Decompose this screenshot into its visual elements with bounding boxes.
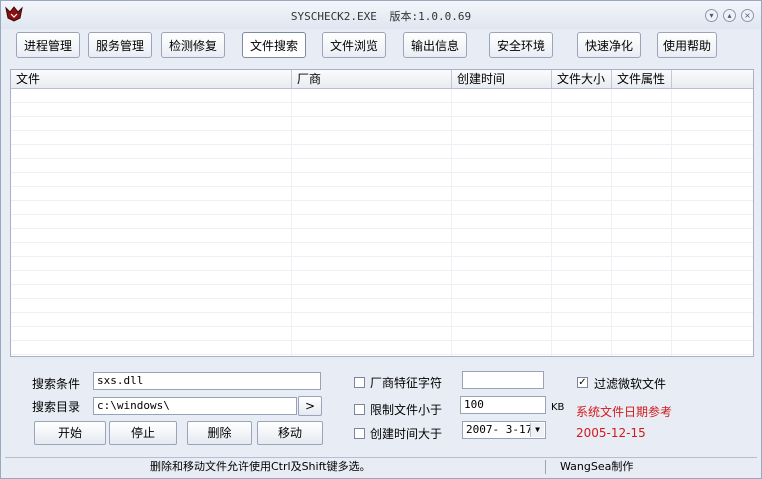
list-header: 文件 厂商 创建时间 文件大小 文件属性 [11,70,753,89]
size-unit-label: KB [551,402,565,413]
search-directory-label: 搜索目录 [32,400,81,414]
main-window: SYSCHECK2.EXE 版本:1.0.0.69 ▾ ▴ × 进程管理 服务管… [0,0,762,479]
size-limit-input[interactable]: 100 [460,396,546,414]
title-app-name: SYSCHECK2.EXE [290,10,377,23]
minimize-icon[interactable]: ▾ [705,9,718,22]
status-divider [545,460,546,474]
size-limit-checkbox[interactable] [354,404,365,415]
filter-microsoft-label: 过滤微软文件 [594,377,667,391]
maximize-icon[interactable]: ▴ [723,9,736,22]
date-limit-checkbox[interactable] [354,428,365,439]
column-attributes[interactable]: 文件属性 [612,70,672,88]
system-date-reference-label: 系统文件日期参考 [576,405,673,419]
stop-button[interactable]: 停止 [109,421,177,445]
column-divider [551,89,552,356]
browse-directory-button[interactable]: > [298,396,322,416]
vendor-signature-label: 厂商特征字符 [370,376,443,390]
column-divider [291,89,292,356]
tab-file-browse[interactable]: 文件浏览 [322,32,386,58]
search-condition-input[interactable]: sxs.dll [93,372,321,390]
column-created[interactable]: 创建时间 [452,70,552,88]
vendor-signature-input[interactable] [462,371,544,389]
file-list[interactable]: 文件 厂商 创建时间 文件大小 文件属性 [10,69,754,357]
search-directory-input[interactable]: c:\windows\ [93,397,297,415]
vendor-signature-checkbox[interactable] [354,377,365,388]
tab-file-search[interactable]: 文件搜索 [242,32,306,58]
status-bar: 删除和移动文件允许使用Ctrl及Shift键多选。 WangSea制作 [5,457,757,476]
column-divider [671,89,672,356]
close-icon[interactable]: × [741,9,754,22]
main-toolbar: 进程管理 服务管理 检测修复 文件搜索 文件浏览 输出信息 安全环境 快速净化 … [1,29,761,63]
tab-service-manager[interactable]: 服务管理 [88,32,152,58]
title-version: 版本:1.0.0.69 [389,10,472,23]
title-bar: SYSCHECK2.EXE 版本:1.0.0.69 ▾ ▴ × [1,1,761,29]
date-picker-value: 2007- 3-17 [466,423,533,436]
search-panel: 搜索条件 sxs.dll 搜索目录 c:\windows\ > 开始 停止 删除… [10,359,754,454]
move-button[interactable]: 移动 [257,421,323,445]
window-title: SYSCHECK2.EXE 版本:1.0.0.69 [1,8,761,24]
column-size[interactable]: 文件大小 [552,70,612,88]
tab-process-manager[interactable]: 进程管理 [16,32,80,58]
date-picker[interactable]: 2007- 3-17 ▼ [462,421,546,439]
tab-detect-repair[interactable]: 检测修复 [161,32,225,58]
search-condition-label: 搜索条件 [32,377,81,391]
delete-button[interactable]: 删除 [187,421,252,445]
list-body [11,89,753,356]
column-vendor[interactable]: 厂商 [292,70,452,88]
status-author: WangSea制作 [560,460,634,473]
tab-security-env[interactable]: 安全环境 [489,32,553,58]
tab-help[interactable]: 使用帮助 [657,32,717,58]
chevron-down-icon[interactable]: ▼ [530,423,544,437]
size-limit-label: 限制文件小于 [370,403,443,417]
column-divider [451,89,452,356]
tab-quick-clean[interactable]: 快速净化 [577,32,641,58]
tab-output-info[interactable]: 输出信息 [403,32,467,58]
system-date-reference-value: 2005-12-15 [576,426,646,440]
start-button[interactable]: 开始 [34,421,106,445]
column-divider [611,89,612,356]
column-file[interactable]: 文件 [11,70,292,88]
status-hint: 删除和移动文件允许使用Ctrl及Shift键多选。 [150,460,371,473]
filter-microsoft-checkbox[interactable]: ✓ [577,377,588,388]
date-limit-label: 创建时间大于 [370,427,443,441]
